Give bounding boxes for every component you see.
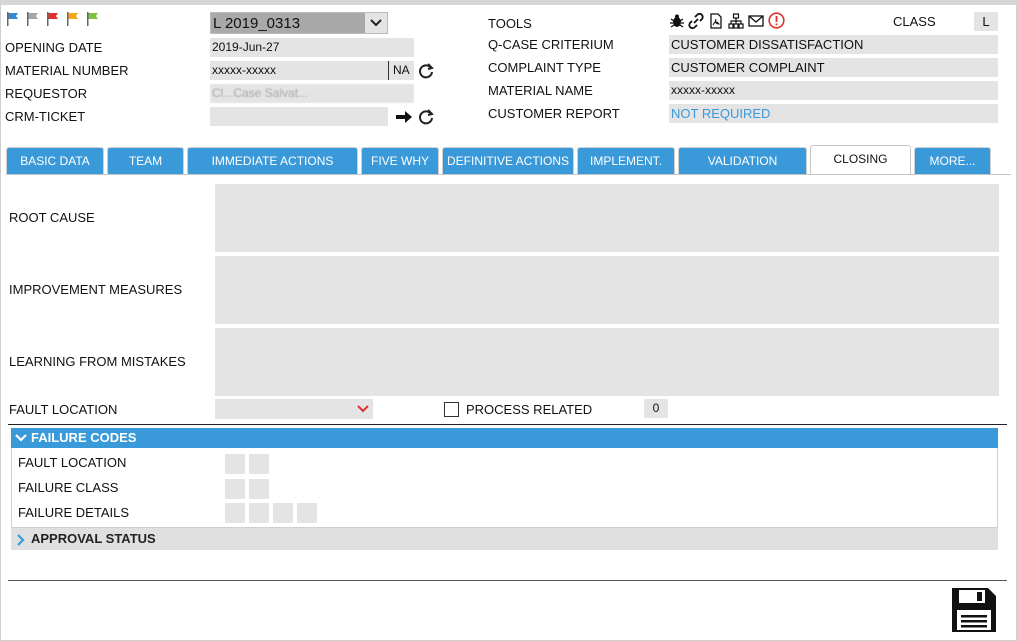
tab-bar: BASIC DATA TEAM IMMEDIATE ACTIONS FIVE W… bbox=[0, 145, 1017, 175]
footer-divider bbox=[8, 580, 1007, 581]
customer-report-label: CUSTOMER REPORT bbox=[488, 106, 620, 121]
fc-fault-location-code[interactable] bbox=[225, 454, 245, 474]
crm-ticket-field[interactable] bbox=[210, 107, 388, 126]
tab-implement[interactable]: IMPLEMENT. bbox=[577, 147, 675, 175]
section-divider bbox=[8, 424, 1007, 425]
refresh-icon[interactable] bbox=[417, 62, 435, 80]
fc-failure-class-code[interactable] bbox=[249, 479, 269, 499]
opening-date-field[interactable]: 2019-Jun-27 bbox=[210, 38, 414, 57]
tab-team[interactable]: TEAM bbox=[107, 147, 184, 175]
chevron-right-icon bbox=[17, 534, 25, 546]
save-icon[interactable] bbox=[950, 586, 998, 634]
arrow-right-icon[interactable] bbox=[395, 109, 413, 125]
tools-label: TOOLS bbox=[488, 16, 532, 31]
complaint-type-label: COMPLAINT TYPE bbox=[488, 60, 601, 75]
material-name-field[interactable]: xxxxx-xxxxx bbox=[669, 81, 998, 100]
material-number-label: MATERIAL NUMBER bbox=[5, 63, 129, 78]
fc-failure-details-code[interactable] bbox=[225, 503, 245, 523]
hierarchy-icon[interactable] bbox=[728, 13, 744, 29]
root-cause-label: ROOT CAUSE bbox=[9, 210, 95, 225]
approval-status-title: APPROVAL STATUS bbox=[31, 531, 156, 546]
root-cause-textarea[interactable] bbox=[215, 184, 999, 252]
tab-immediate-actions[interactable]: IMMEDIATE ACTIONS bbox=[187, 147, 358, 175]
tab-five-why[interactable]: FIVE WHY bbox=[361, 147, 439, 175]
complaint-type-field[interactable]: CUSTOMER COMPLAINT bbox=[669, 58, 998, 77]
qcase-label: Q-CASE CRITERIUM bbox=[488, 37, 614, 52]
fc-failure-class-code[interactable] bbox=[225, 479, 245, 499]
fc-failure-details-code[interactable] bbox=[249, 503, 269, 523]
material-number-na: NA bbox=[388, 61, 414, 80]
learning-from-mistakes-textarea[interactable] bbox=[215, 328, 999, 396]
refresh-icon[interactable] bbox=[417, 108, 435, 126]
blue-flag-icon[interactable] bbox=[6, 12, 20, 26]
fc-failure-details-code[interactable] bbox=[273, 503, 293, 523]
orange-flag-icon[interactable] bbox=[66, 12, 80, 26]
failure-codes-panel: FAULT LOCATION FAILURE CLASS FAILURE DET… bbox=[11, 448, 998, 528]
tab-divider bbox=[6, 174, 1011, 175]
process-related-label: PROCESS RELATED bbox=[466, 402, 593, 417]
fc-failure-details-code[interactable] bbox=[297, 503, 317, 523]
qcase-field[interactable]: CUSTOMER DISSATISFACTION bbox=[669, 35, 998, 54]
green-flag-icon[interactable] bbox=[86, 12, 100, 26]
approval-status-header[interactable]: APPROVAL STATUS bbox=[11, 528, 998, 550]
failure-codes-title: FAILURE CODES bbox=[31, 430, 137, 445]
link-icon[interactable] bbox=[688, 13, 704, 29]
alert-icon[interactable] bbox=[768, 12, 785, 29]
class-label: CLASS bbox=[893, 14, 936, 29]
fc-fault-location-label: FAULT LOCATION bbox=[18, 455, 127, 470]
chevron-down-icon bbox=[357, 405, 369, 413]
material-name-label: MATERIAL NAME bbox=[488, 83, 593, 98]
improvement-measures-textarea[interactable] bbox=[215, 256, 999, 324]
tab-definitive-actions[interactable]: DEFINITIVE ACTIONS bbox=[442, 147, 574, 175]
tab-closing[interactable]: CLOSING bbox=[810, 145, 911, 175]
case-select-value: L 2019_0313 bbox=[213, 15, 301, 32]
fc-failure-class-label: FAILURE CLASS bbox=[18, 480, 119, 495]
tab-more[interactable]: MORE... bbox=[914, 147, 991, 175]
fc-failure-details-label: FAILURE DETAILS bbox=[18, 505, 130, 520]
mail-icon[interactable] bbox=[748, 13, 764, 29]
learning-from-mistakes-label: LEARNING FROM MISTAKES bbox=[9, 354, 186, 369]
case-select[interactable]: L 2019_0313 bbox=[210, 12, 388, 34]
crm-ticket-label: CRM-TICKET bbox=[5, 109, 86, 124]
chevron-down-icon bbox=[15, 434, 27, 442]
material-number-field[interactable]: xxxxx-xxxxx bbox=[210, 61, 388, 80]
class-value: L bbox=[974, 12, 998, 31]
pdf-icon[interactable] bbox=[708, 13, 724, 29]
fault-location-select[interactable] bbox=[215, 399, 373, 419]
failure-codes-header[interactable]: FAILURE CODES bbox=[11, 428, 998, 448]
bug-icon[interactable] bbox=[669, 13, 685, 29]
requestor-field[interactable]: Cl...Case Salvat... bbox=[210, 84, 414, 103]
fc-fault-location-code[interactable] bbox=[249, 454, 269, 474]
fault-location-label: FAULT LOCATION bbox=[9, 402, 118, 417]
process-related-checkbox[interactable] bbox=[444, 402, 459, 417]
chevron-down-icon bbox=[370, 19, 382, 27]
tab-validation[interactable]: VALIDATION bbox=[678, 147, 807, 175]
process-related-count: 0 bbox=[644, 399, 668, 418]
opening-date-label: OPENING DATE bbox=[5, 40, 103, 55]
gray-flag-icon[interactable] bbox=[26, 12, 40, 26]
improvement-measures-label: IMPROVEMENT MEASURES bbox=[9, 282, 183, 297]
red-flag-icon[interactable] bbox=[46, 12, 60, 26]
customer-report-field[interactable]: NOT REQUIRED bbox=[669, 104, 998, 123]
case-select-arrow[interactable] bbox=[365, 13, 387, 33]
tab-basic-data[interactable]: BASIC DATA bbox=[6, 147, 104, 175]
requestor-label: REQUESTOR bbox=[5, 86, 88, 101]
